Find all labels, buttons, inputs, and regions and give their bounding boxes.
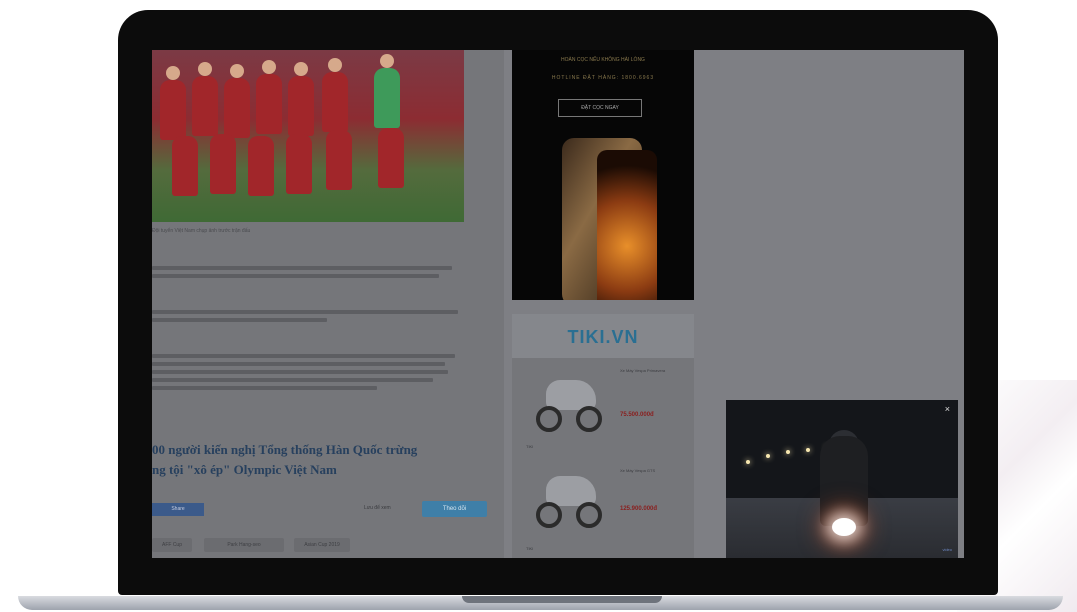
product-name[interactable]: Xe Máy Vespa GTS [620,468,676,474]
save-link[interactable]: Lưu để xem [364,505,391,511]
player-figure [248,136,274,196]
motorcycle-headlight [832,518,856,536]
product-price: 125.900.000đ [620,506,658,512]
follow-button[interactable]: Theo dõi [422,501,487,517]
player-figure [378,128,404,188]
product-name[interactable]: Xe Máy Vespa Primavera [620,368,676,374]
video-brand-label: video [942,547,952,552]
product-price: 75.500.000đ [620,412,654,418]
facebook-share-button[interactable]: Share [152,503,204,516]
player-head [380,54,394,68]
ad-guarantee-text: HOÀN CỌC NẾU KHÔNG HÀI LÒNG [561,57,645,63]
tiki-advertisement[interactable]: TIKI.VN Xe Máy Vespa Primavera 75.500.00… [512,314,694,558]
player-figure [192,76,218,136]
player-figure [210,134,236,194]
ad-deposit-button[interactable]: ĐẶT CỌC NGAY [558,99,642,117]
scooter-image[interactable] [536,468,602,528]
player-figure [326,130,352,190]
phone-screen-image [597,150,657,300]
related-article-headline[interactable]: 00 người kiến nghị Tổng thống Hàn Quốc t… [152,440,452,480]
player-head [262,60,276,74]
player-figure [286,134,312,194]
player-head [230,64,244,78]
tag-chip[interactable]: Asian Cup 2019 [294,538,350,552]
tiki-logo: TIKI.VN [567,327,639,347]
shop-logo: TIKI [526,546,534,551]
tag-chip[interactable]: Park Hang-seo [204,538,284,552]
browser-screen: Đội tuyển Việt Nam chụp ảnh trước trận đ… [152,50,964,558]
shop-logo: TIKI [526,444,534,449]
player-head [328,58,342,72]
tag-chip[interactable]: AFF Cup [152,538,192,552]
player-figure [288,76,314,136]
player-figure [172,136,198,196]
player-figure [160,80,186,140]
photo-caption: Đội tuyển Việt Nam chụp ảnh trước trận đ… [152,228,251,234]
player-head [294,62,308,76]
ad-hotline-text: HOTLINE ĐẶT HÀNG: 1800.6963 [551,75,655,81]
phone-advertisement[interactable]: HOÀN CỌC NẾU KHÔNG HÀI LÒNG HOTLINE ĐẶT … [512,50,694,300]
player-figure [224,78,250,138]
player-figure [322,72,348,132]
tiki-header: TIKI.VN [512,314,694,358]
article-column: Đội tuyển Việt Nam chụp ảnh trước trận đ… [152,50,504,558]
article-paragraph [152,306,464,336]
player-head [198,62,212,76]
close-icon[interactable]: × [945,404,950,414]
article-paragraph [152,350,464,390]
laptop-notch [462,596,662,603]
scooter-image[interactable] [536,372,602,432]
player-head [166,66,180,80]
goalkeeper-figure [374,68,400,128]
team-photo[interactable] [152,50,464,222]
article-paragraph [152,262,464,292]
player-figure [256,74,282,134]
motorcycle-rider [820,436,868,526]
floating-video-player[interactable]: × video [726,400,958,558]
